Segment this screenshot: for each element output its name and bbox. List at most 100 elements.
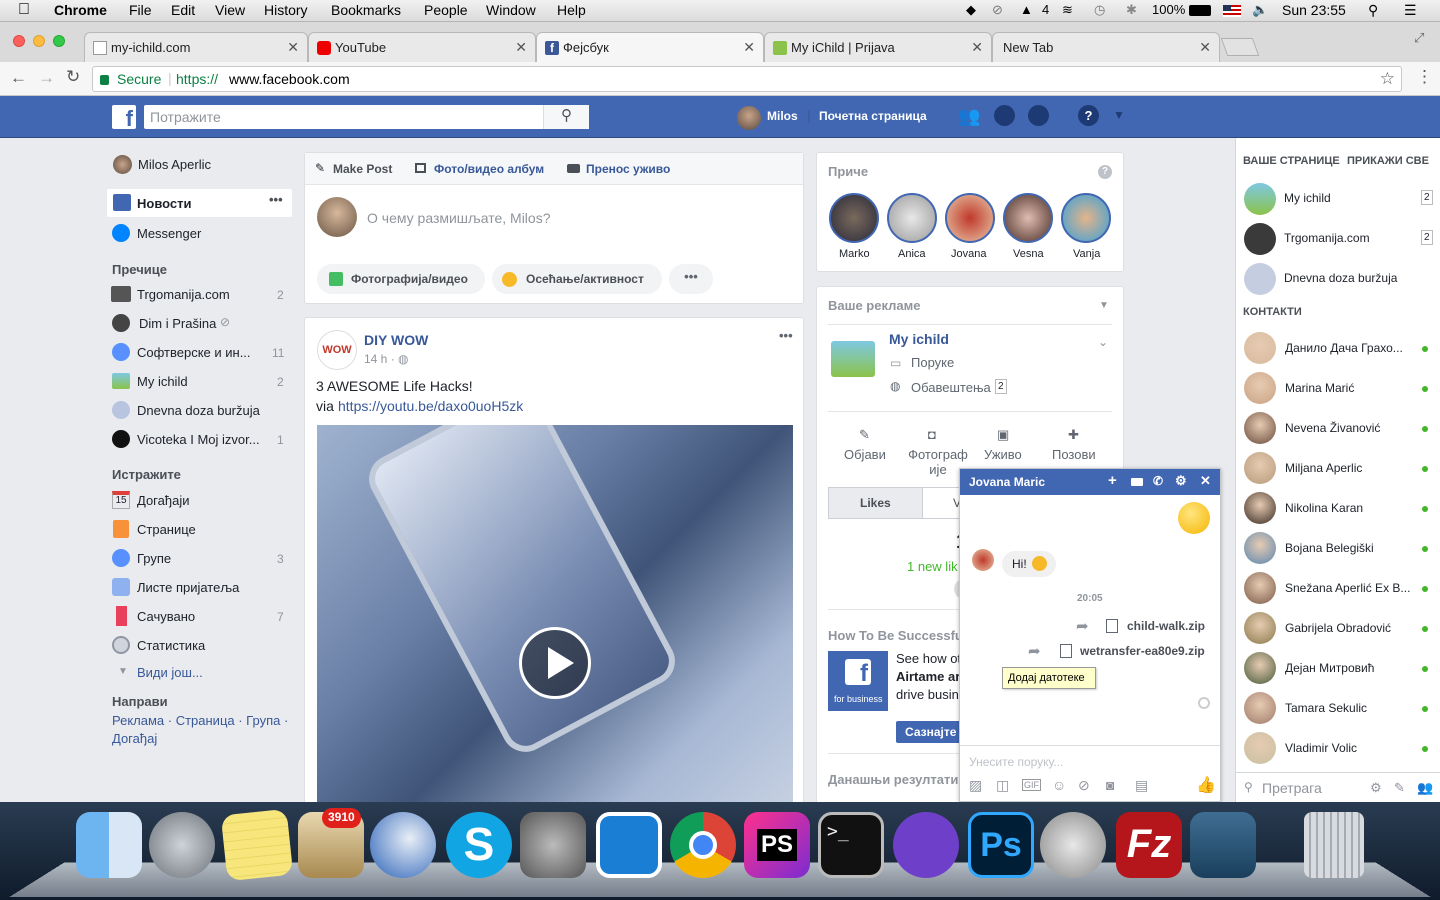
page-logo[interactable] [831,341,875,377]
help-icon[interactable]: ? [1098,165,1112,179]
shortcut-trgomanija[interactable]: Trgomanija.com 2 [107,280,292,309]
page-item-trgomanija[interactable]: Trgomanija.com 2 [1236,220,1440,260]
account-menu-icon[interactable]: ▼ [1113,108,1125,122]
fullscreen-icon[interactable]: ⤢ [1414,30,1424,46]
shortcut-software-group[interactable]: Софтверске и ин... 11 [107,338,292,367]
profile-link[interactable]: Milos Aperlic [138,157,211,172]
facebook-business-logo[interactable]: f for business [828,651,888,711]
close-tab-icon[interactable]: ✕ [1199,39,1211,56]
story-avatar[interactable] [829,193,879,243]
tab-ichild-login[interactable]: My iChild | Prijava ✕ [764,32,992,62]
zoom-window-button[interactable] [53,35,65,47]
skype-icon[interactable]: S [446,812,512,878]
app-menu[interactable]: Chrome [54,2,107,18]
contact-item[interactable]: Vladimir Volic [1236,728,1440,768]
notifications-globe-icon[interactable] [1028,105,1049,126]
explore-insights[interactable]: Статистика [107,631,292,660]
tab-facebook[interactable]: f Фејсбук ✕ [536,32,764,62]
invite-button[interactable]: Позови [1052,447,1096,462]
story-avatar[interactable] [887,193,937,243]
photo-video-button[interactable]: Фотографија/видео [317,264,485,294]
story-avatar[interactable] [1003,193,1053,243]
emoji-icon[interactable]: ☺ [1052,777,1066,793]
photoshop-icon[interactable]: Ps [968,812,1034,878]
tab-live[interactable]: Пренос уживо [586,162,670,176]
menu-view[interactable]: View [215,2,245,18]
contact-item[interactable]: Дејан Митровић [1236,648,1440,688]
explore-events[interactable]: 15 Догађаји [107,486,292,515]
create-group-icon[interactable]: 👥 [1417,780,1433,796]
chrome-menu-icon[interactable]: ⋮ [1416,67,1433,87]
camera-icon[interactable]: ◙ [1106,777,1114,793]
terminal-icon[interactable]: >_ [818,812,884,878]
menu-history[interactable]: History [264,2,308,18]
search-box[interactable]: Потражите ⚲ [144,105,589,129]
spotlight-icon[interactable]: ⚲ [1368,2,1378,19]
menu-edit[interactable]: Edit [171,2,195,18]
chrome-icon[interactable] [670,812,736,878]
minimize-window-button[interactable] [33,35,45,47]
avatar[interactable] [737,106,761,130]
mail-stamp-icon[interactable]: 3910 [298,808,364,878]
explore-saved[interactable]: Сачувано 7 [107,602,292,631]
play-icon[interactable] [519,627,591,699]
stickies-icon[interactable] [220,808,294,882]
create-event-link[interactable]: Догађај [112,731,157,746]
shortcut-vicoteka[interactable]: Vicoteka I Moj izvor... 1 [107,425,292,454]
messenger-icon[interactable] [994,105,1015,126]
facebook-logo-icon[interactable]: f [112,105,136,131]
create-links[interactable]: Реклама · Страница · Група · [112,713,288,728]
menu-file[interactable]: File [129,2,152,18]
message-input[interactable]: Унесите поруку... [969,755,1063,769]
close-tab-icon[interactable]: ✕ [287,39,299,56]
apple-icon[interactable]:  [18,1,30,19]
contact-item[interactable]: Nevena Živanović [1236,408,1440,448]
trash-icon[interactable] [1304,812,1364,878]
tab-youtube[interactable]: YouTube ✕ [308,32,536,62]
bluetooth-icon[interactable]: ✱ [1126,2,1137,18]
system-preferences-icon[interactable] [520,812,586,878]
page-item-dnevna-doza[interactable]: Dnevna doza buržuja [1236,260,1440,300]
attachment-link[interactable]: wetransfer-ea80e9.zip [1080,644,1205,658]
like-thumb-icon[interactable]: 👍 [1196,775,1216,795]
settings-gear-icon[interactable]: ⚙ [1370,780,1382,796]
battery-icon[interactable] [1189,5,1211,16]
shortcut-dim-i-prasina[interactable]: Dim i Prašina ⊘ [107,309,292,338]
wifi-icon[interactable]: ≋ [1062,2,1073,18]
chat-contact-name[interactable]: Jovana Maric [969,475,1045,489]
explore-friend-lists[interactable]: Листе пријатеља [107,573,292,602]
shortcut-my-ichild[interactable]: My ichild 2 [107,367,292,396]
likes-tab[interactable]: Likes [828,487,923,519]
attach-file-icon[interactable]: ⊘ [1078,777,1090,794]
clock[interactable]: Sun 23:55 [1282,2,1346,18]
notifications-link[interactable]: Обавештења [911,380,991,395]
video-call-icon[interactable] [1131,478,1143,486]
chevron-down-icon[interactable]: ⌄ [1098,335,1108,349]
close-icon[interactable]: ✕ [1200,473,1211,489]
address-bar[interactable]: Secure | https:// www.facebook.com ☆ [92,66,1402,92]
filezilla-icon[interactable]: Fz [1116,812,1182,878]
menu-help[interactable]: Help [557,2,586,18]
notification-center-icon[interactable]: ☰ [1404,2,1417,19]
menu-bookmarks[interactable]: Bookmarks [331,2,401,18]
ad-page-name[interactable]: My ichild [889,331,949,347]
photo-icon[interactable]: ▨ [969,777,982,794]
explore-pages[interactable]: Странице [107,515,292,544]
chevron-down-icon[interactable]: ▼ [1099,300,1109,311]
tab-make-post[interactable]: Make Post [333,162,392,176]
launchpad-icon[interactable] [149,812,215,878]
menu-window[interactable]: Window [486,2,536,18]
back-icon[interactable]: ← [10,68,27,88]
calendar-icon[interactable]: ▤ [1135,777,1148,794]
home-link[interactable]: Почетна страница [819,109,927,123]
contact-item[interactable]: Bojana Belegiški [1236,528,1440,568]
bookmark-star-icon[interactable]: ☆ [1380,69,1395,89]
close-tab-icon[interactable]: ✕ [515,39,527,56]
new-tab-button[interactable] [1220,38,1260,56]
flag-icon[interactable] [1223,5,1241,17]
video-thumbnail[interactable] [317,425,793,802]
volume-icon[interactable]: 🔈 [1252,2,1268,18]
contact-item[interactable]: Marina Marić [1236,368,1440,408]
messages-link[interactable]: Поруке [911,355,954,370]
thunderbird-icon[interactable] [370,812,436,878]
